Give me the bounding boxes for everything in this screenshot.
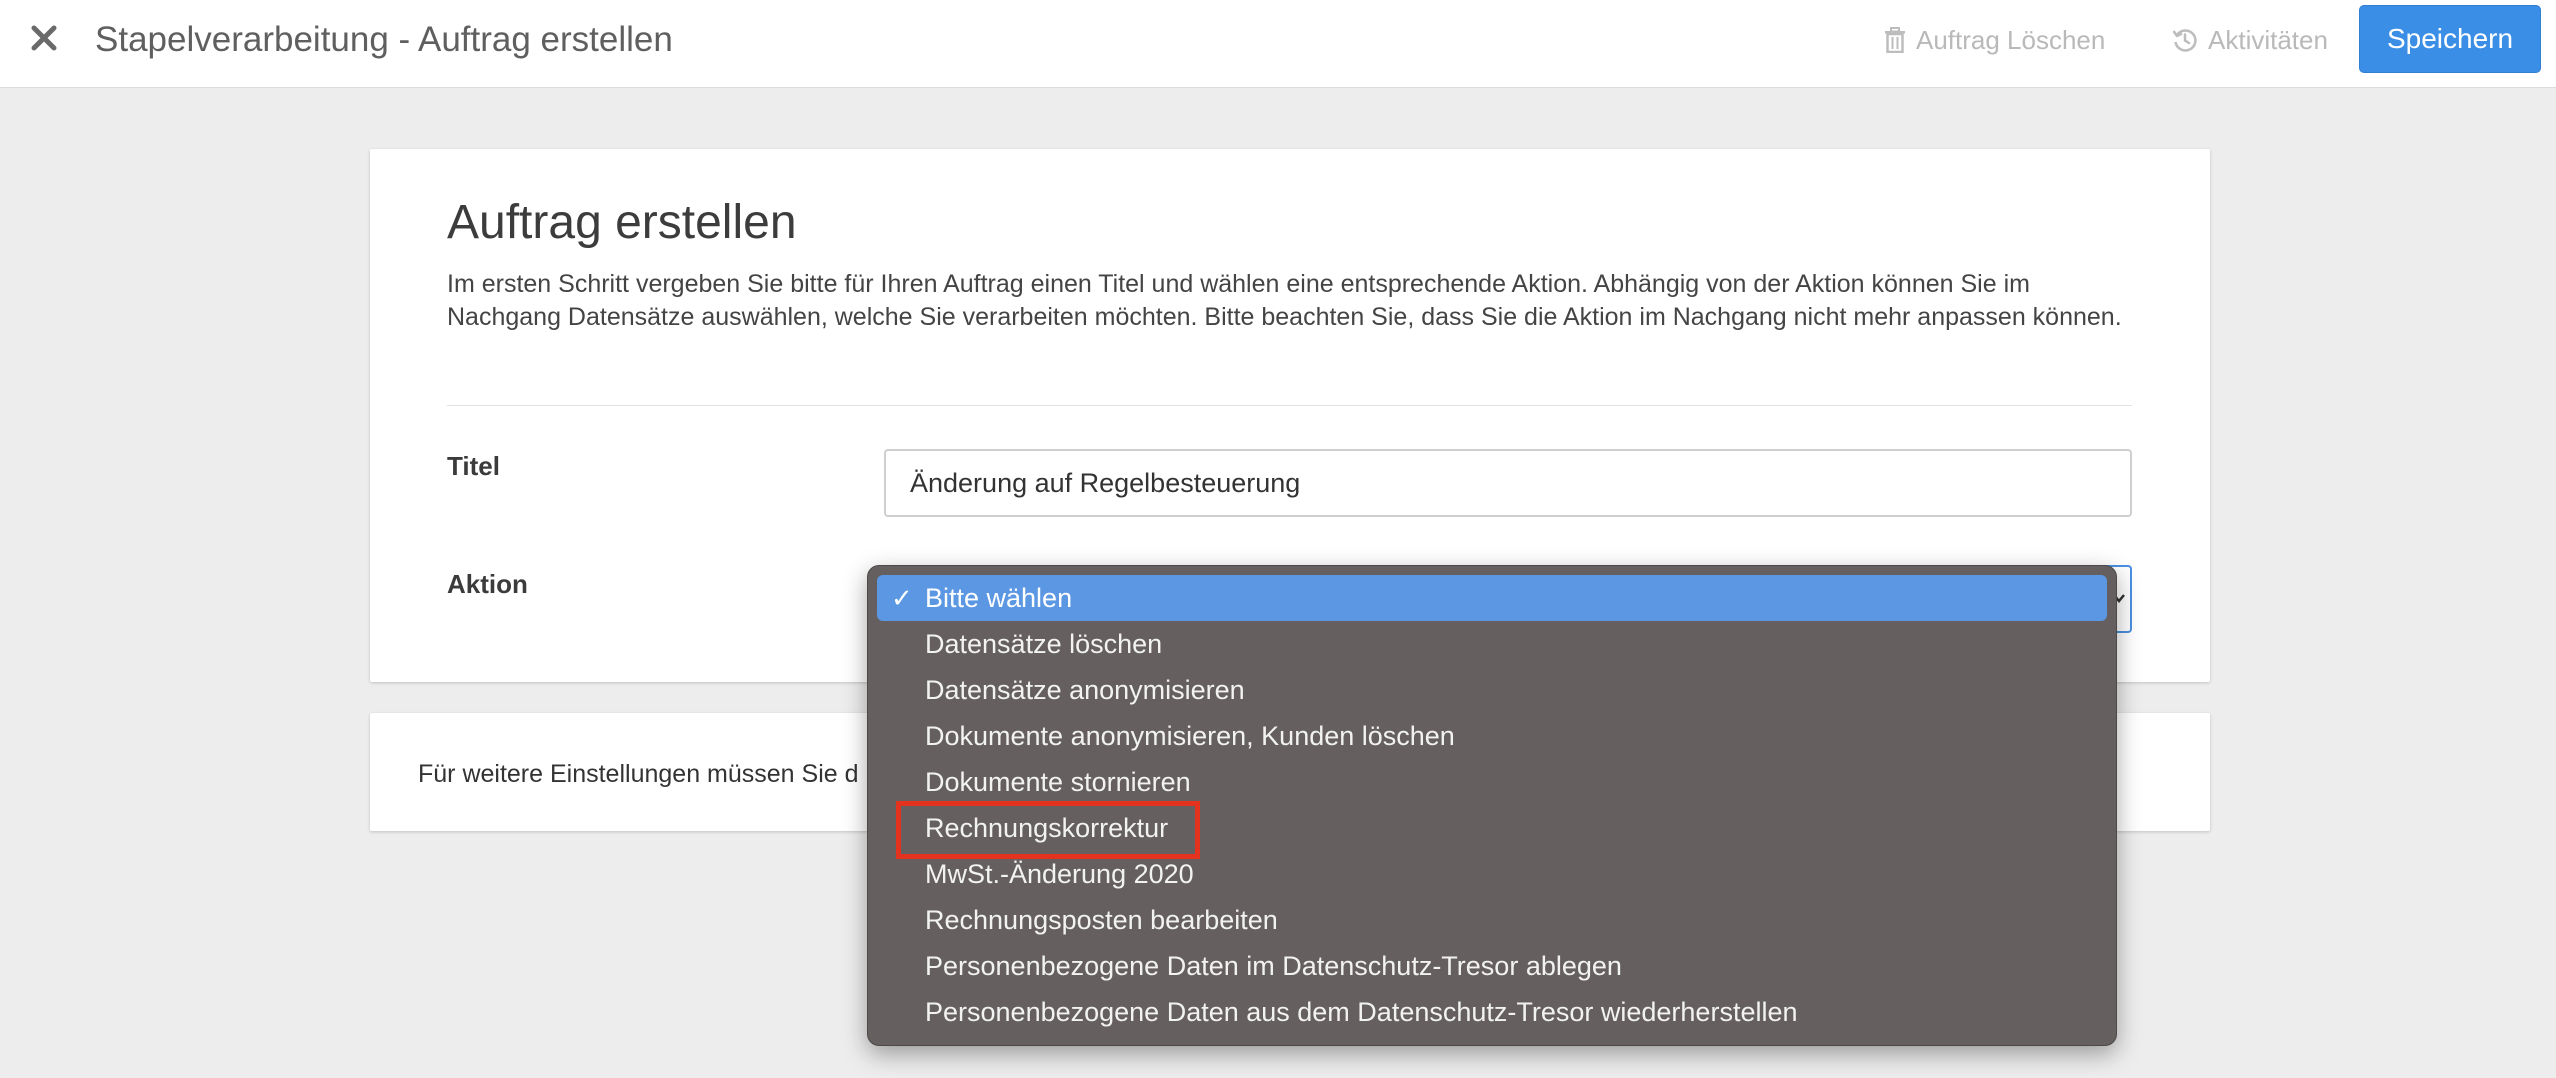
action-label: Aktion [447,569,528,599]
delete-job-label: Auftrag Löschen [1916,24,2106,55]
trash-icon [1885,27,1905,53]
activities-button[interactable]: Aktivitäten [2172,20,2328,60]
close-button[interactable] [24,18,64,58]
action-option-bitte-waehlen[interactable]: ✓ Bitte wählen [877,575,2107,621]
save-button[interactable]: Speichern [2359,5,2541,73]
action-option-datenschutz-tresor-ablegen[interactable]: Personenbezogene Daten im Datenschutz-Tr… [877,943,2107,989]
action-option-rechnungskorrektur[interactable]: Rechnungskorrektur [877,805,2107,851]
action-option-datensaetze-anonymisieren[interactable]: Datensätze anonymisieren [877,667,2107,713]
title-input[interactable] [884,449,2132,517]
option-label: MwSt.-Änderung 2020 [925,859,1194,889]
option-label: Dokumente anonymisieren, Kunden löschen [925,721,1455,751]
action-option-mwst-aenderung-2020[interactable]: MwSt.-Änderung 2020 [877,851,2107,897]
action-option-dokumente-stornieren[interactable]: Dokumente stornieren [877,759,2107,805]
option-label: Datensätze löschen [925,629,1163,659]
option-label: Datensätze anonymisieren [925,675,1245,705]
action-option-dokumente-anonymisieren[interactable]: Dokumente anonymisieren, Kunden löschen [877,713,2107,759]
option-label: Rechnungskorrektur [925,813,1169,843]
checkmark-icon: ✓ [891,583,913,613]
settings-hint-text: Für weitere Einstellungen müssen Sie d [418,760,859,788]
option-label: Bitte wählen [925,583,1073,613]
page-title: Stapelverarbeitung - Auftrag erstellen [95,20,673,59]
option-label: Personenbezogene Daten im Datenschutz-Tr… [925,951,1622,981]
option-label: Dokumente stornieren [925,767,1191,797]
divider [447,405,2132,406]
close-icon [31,25,57,51]
form-description: Im ersten Schritt vergeben Sie bitte für… [447,270,2122,331]
title-label: Titel [447,451,500,481]
activities-label: Aktivitäten [2208,24,2328,55]
form-heading: Auftrag erstellen [447,196,797,249]
action-option-datenschutz-tresor-wiederherstellen[interactable]: Personenbezogene Daten aus dem Datenschu… [877,989,2107,1035]
action-dropdown-menu[interactable]: ✓ Bitte wählen Datensätze löschen Datens… [867,565,2117,1046]
action-option-rechnungsposten-bearbeiten[interactable]: Rechnungsposten bearbeiten [877,897,2107,943]
action-option-datensaetze-loeschen[interactable]: Datensätze löschen [877,621,2107,667]
top-bar: Stapelverarbeitung - Auftrag erstellen A… [0,0,2556,88]
option-label: Personenbezogene Daten aus dem Datenschu… [925,997,1798,1027]
history-icon [2172,29,2197,52]
option-label: Rechnungsposten bearbeiten [925,905,1278,935]
delete-job-button[interactable]: Auftrag Löschen [1884,20,2105,60]
